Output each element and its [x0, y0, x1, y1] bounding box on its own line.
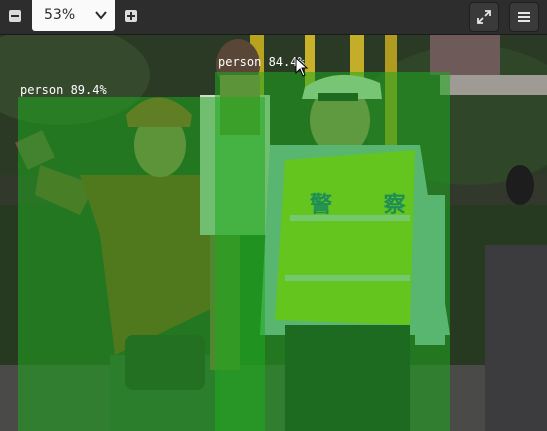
image-viewer-toolbar: 53% [0, 0, 547, 35]
detection-box-person-2 [215, 72, 450, 431]
detection-label-2: person 84.4% [218, 55, 305, 69]
zoom-out-button[interactable] [1, 2, 29, 30]
chevron-down-icon [95, 11, 107, 20]
mouse-cursor-icon [295, 57, 309, 77]
image-canvas[interactable]: 警 察 person 89.4% person 84.4% [0, 35, 547, 431]
detection-label-1: person 89.4% [20, 83, 107, 97]
expand-arrows-icon [477, 10, 491, 24]
hamburger-menu-icon [518, 12, 530, 22]
zoom-in-button[interactable] [117, 2, 145, 30]
menu-button[interactable] [509, 2, 539, 32]
plus-square-icon [125, 10, 137, 22]
fullscreen-button[interactable] [469, 2, 499, 32]
zoom-level-dropdown[interactable]: 53% [32, 0, 115, 31]
zoom-level-value: 53% [44, 7, 76, 23]
minus-square-icon [9, 10, 21, 22]
